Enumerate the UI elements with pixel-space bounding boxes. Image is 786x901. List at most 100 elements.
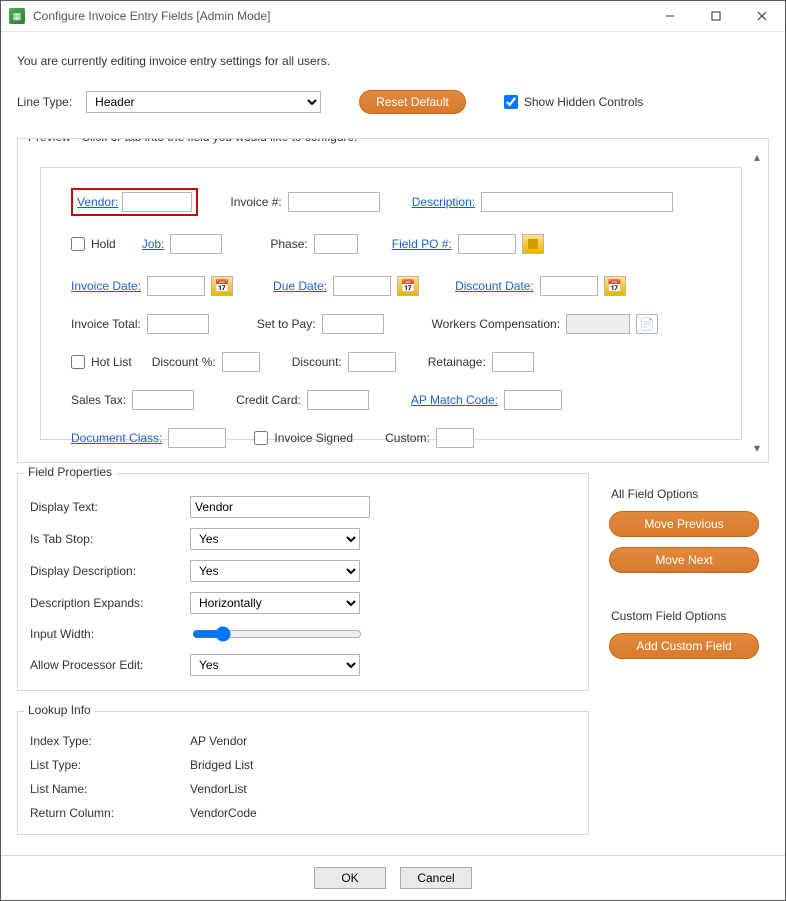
display-desc-select[interactable]: Yes (190, 560, 360, 582)
desc-expands-label: Description Expands: (30, 596, 190, 610)
phase-label: Phase: (270, 237, 307, 251)
doc-class-label[interactable]: Document Class: (71, 431, 162, 445)
add-custom-field-button[interactable]: Add Custom Field (609, 633, 759, 659)
due-date-input[interactable] (333, 276, 391, 296)
maximize-button[interactable] (693, 1, 739, 31)
display-text-input[interactable] (190, 496, 370, 518)
desc-expands-row: Description Expands: Horizontally (30, 592, 576, 614)
display-desc-label: Display Description: (30, 564, 190, 578)
minimize-button[interactable] (647, 1, 693, 31)
invoice-signed-checkbox[interactable]: Invoice Signed (254, 431, 353, 445)
titlebar: ▦ Configure Invoice Entry Fields [Admin … (1, 1, 785, 32)
preview-row: Invoice Total: Set to Pay: Workers Compe… (71, 314, 721, 334)
line-type-select[interactable]: Header (86, 91, 321, 113)
set-to-pay-input[interactable] (322, 314, 384, 334)
invoice-no-input[interactable] (288, 192, 380, 212)
lookup-info-group: Lookup Info Index Type: AP Vendor List T… (17, 711, 589, 835)
description-input[interactable] (481, 192, 673, 212)
phase-input[interactable] (314, 234, 358, 254)
move-previous-button[interactable]: Move Previous (609, 511, 759, 537)
discount-input[interactable] (348, 352, 396, 372)
job-label[interactable]: Job: (142, 237, 165, 251)
vendor-label[interactable]: Vendor: (77, 195, 118, 209)
job-input[interactable] (170, 234, 222, 254)
calendar-icon[interactable]: 📅 (397, 276, 419, 296)
retainage-label: Retainage: (428, 355, 486, 369)
field-properties-title: Field Properties (24, 465, 116, 479)
input-width-label: Input Width: (30, 627, 190, 641)
workers-comp-label: Workers Compensation: (432, 317, 561, 331)
footer: OK Cancel (1, 855, 785, 900)
line-type-row: Line Type: Header Reset Default Show Hid… (17, 90, 769, 114)
custom-input[interactable] (436, 428, 474, 448)
allow-proc-select[interactable]: Yes (190, 654, 360, 676)
input-width-slider[interactable] (192, 626, 362, 642)
calendar-icon[interactable]: 📅 (211, 276, 233, 296)
workers-comp-lookup-icon[interactable]: 📄 (636, 314, 658, 334)
sales-tax-input[interactable] (132, 390, 194, 410)
invoice-no-label: Invoice #: (230, 195, 281, 209)
custom-field-options-title: Custom Field Options (611, 609, 769, 623)
sales-tax-label: Sales Tax: (71, 393, 126, 407)
lower-panel: Field Properties Display Text: Is Tab St… (17, 473, 769, 845)
field-po-label[interactable]: Field PO #: (392, 237, 452, 251)
tab-stop-select[interactable]: Yes (190, 528, 360, 550)
index-type-row: Index Type: AP Vendor (30, 734, 576, 748)
desc-expands-select[interactable]: Horizontally (190, 592, 360, 614)
vendor-input[interactable] (122, 192, 192, 212)
custom-label: Custom: (385, 431, 430, 445)
window: ▦ Configure Invoice Entry Fields [Admin … (0, 0, 786, 901)
field-po-input[interactable] (458, 234, 516, 254)
hold-checkbox[interactable]: Hold (71, 237, 116, 251)
scroll-up-icon[interactable]: ▴ (749, 149, 765, 165)
credit-card-input[interactable] (307, 390, 369, 410)
invoice-date-input[interactable] (147, 276, 205, 296)
lookup-info-title: Lookup Info (24, 703, 95, 717)
move-next-button[interactable]: Move Next (609, 547, 759, 573)
right-column: All Field Options Move Previous Move Nex… (609, 473, 769, 845)
retainage-input[interactable] (492, 352, 534, 372)
allow-proc-row: Allow Processor Edit: Yes (30, 654, 576, 676)
ok-button[interactable]: OK (314, 867, 386, 889)
discount-date-input[interactable] (540, 276, 598, 296)
index-type-value: AP Vendor (190, 734, 247, 748)
window-title: Configure Invoice Entry Fields [Admin Mo… (33, 9, 647, 23)
tab-stop-row: Is Tab Stop: Yes (30, 528, 576, 550)
list-name-label: List Name: (30, 782, 190, 796)
reset-default-button[interactable]: Reset Default (359, 90, 466, 114)
show-hidden-checkbox[interactable]: Show Hidden Controls (504, 95, 643, 109)
list-type-label: List Type: (30, 758, 190, 772)
discount-label: Discount: (292, 355, 342, 369)
due-date-label[interactable]: Due Date: (273, 279, 327, 293)
invoice-total-input[interactable] (147, 314, 209, 334)
discount-pct-input[interactable] (222, 352, 260, 372)
list-type-row: List Type: Bridged List (30, 758, 576, 772)
preview-inner: Vendor: Invoice #: Description: Hold Job… (40, 167, 742, 440)
discount-pct-label: Discount %: (152, 355, 216, 369)
workers-comp-input[interactable] (566, 314, 630, 334)
close-button[interactable] (739, 1, 785, 31)
ap-match-input[interactable] (504, 390, 562, 410)
preview-scrollbar[interactable]: ▴ ▾ (748, 149, 766, 456)
preview-row: Invoice Date: 📅 Due Date: 📅 Discount Dat… (71, 276, 721, 296)
credit-card-label: Credit Card: (236, 393, 301, 407)
discount-date-label[interactable]: Discount Date: (455, 279, 534, 293)
preview-row: Hot List Discount %: Discount: Retainage… (71, 352, 721, 372)
left-column: Field Properties Display Text: Is Tab St… (17, 473, 589, 845)
description-label[interactable]: Description: (412, 195, 475, 209)
scroll-down-icon[interactable]: ▾ (749, 440, 765, 456)
cancel-button[interactable]: Cancel (400, 867, 472, 889)
field-po-lookup-icon[interactable] (522, 234, 544, 254)
ap-match-label[interactable]: AP Match Code: (411, 393, 498, 407)
selected-field-highlight: Vendor: (71, 188, 198, 216)
scroll-track[interactable] (749, 165, 765, 440)
invoice-date-label[interactable]: Invoice Date: (71, 279, 141, 293)
display-desc-row: Display Description: Yes (30, 560, 576, 582)
hot-list-checkbox[interactable]: Hot List (71, 355, 132, 369)
calendar-icon[interactable]: 📅 (604, 276, 626, 296)
doc-class-input[interactable] (168, 428, 226, 448)
info-text: You are currently editing invoice entry … (17, 54, 769, 68)
preview-row: Vendor: Invoice #: Description: (71, 188, 721, 216)
show-hidden-input[interactable] (504, 95, 518, 109)
display-text-row: Display Text: (30, 496, 576, 518)
